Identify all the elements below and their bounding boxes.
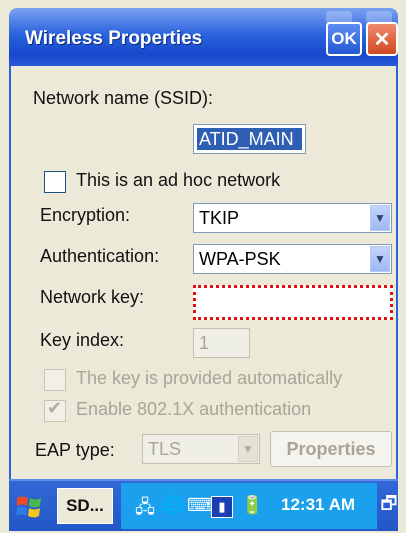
ok-button[interactable]: OK	[326, 22, 362, 56]
chevron-down-icon[interactable]: ▼	[370, 246, 390, 272]
input-panel-icon[interactable]: 🗗	[376, 491, 402, 521]
close-icon: ✕	[373, 28, 391, 51]
adhoc-checkbox[interactable]	[44, 171, 66, 193]
authentication-label: Authentication:	[40, 246, 160, 266]
enable-8021x-checkbox[interactable]: ✔	[44, 398, 66, 422]
authentication-select[interactable]: WPA-PSK ▼	[193, 244, 392, 274]
clock[interactable]: 12:31 AM	[281, 495, 355, 515]
checkmark-icon: ✔	[47, 398, 63, 418]
adhoc-label: This is an ad hoc network	[76, 170, 281, 190]
chevron-down-icon[interactable]: ▼	[238, 436, 258, 462]
battery-icon[interactable]: 🔋	[241, 495, 263, 516]
enable-8021x-label: Enable 802.1X authentication	[76, 399, 312, 419]
ssid-label: Network name (SSID):	[33, 88, 214, 108]
network-key-input[interactable]	[193, 285, 393, 320]
system-tray: 🖧 🌐 ⌨ ▮ 🔋 12:31 AM	[121, 483, 377, 529]
window-title: Wireless Properties	[25, 28, 203, 49]
auto-key-checkbox[interactable]	[44, 369, 66, 391]
key-index-input[interactable]: 1	[193, 328, 250, 358]
network-icon[interactable]: 🖧	[135, 495, 155, 525]
connection-icon[interactable]: 🌐	[161, 495, 183, 516]
sd-taskbar-button[interactable]: SD...	[57, 488, 113, 524]
key-index-label: Key index:	[40, 330, 125, 350]
authentication-value: WPA-PSK	[199, 249, 281, 269]
key-index-value: 1	[199, 333, 210, 353]
eap-type-select[interactable]: TLS ▼	[142, 434, 260, 464]
app-icon[interactable]: ▮	[211, 496, 233, 518]
ssid-input[interactable]: ATID_MAIN	[193, 124, 306, 154]
start-menu-icon[interactable]	[11, 489, 47, 525]
title-bar: Wireless Properties OK ✕	[9, 8, 398, 66]
encryption-label: Encryption:	[40, 205, 131, 225]
auto-key-label: The key is provided automatically	[76, 368, 343, 388]
chevron-down-icon[interactable]: ▼	[370, 205, 390, 231]
close-button[interactable]: ✕	[366, 22, 398, 56]
taskbar: SD... 🖧 🌐 ⌨ ▮ 🔋 12:31 AM 🗗	[9, 479, 398, 531]
ssid-value: ATID_MAIN	[197, 128, 302, 150]
encryption-select[interactable]: TKIP ▼	[193, 203, 392, 233]
properties-button[interactable]: Properties	[270, 431, 392, 467]
network-key-label: Network key:	[40, 287, 145, 307]
eap-type-value: TLS	[148, 439, 182, 459]
encryption-value: TKIP	[199, 208, 240, 228]
eap-type-label: EAP type:	[35, 440, 115, 460]
keyboard-icon[interactable]: ⌨	[187, 495, 213, 516]
